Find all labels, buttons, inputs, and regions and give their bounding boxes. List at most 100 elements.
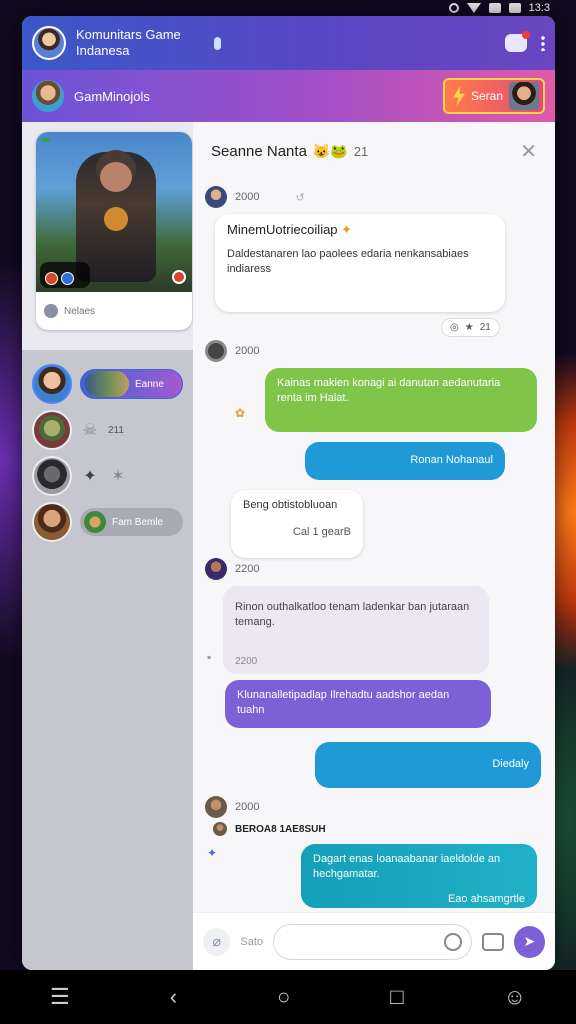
back-icon[interactable]: ‹ [170,984,177,1010]
message-title: MinemUotriecoiliap ✦ [227,222,493,237]
pin-icon: ✦ [207,846,218,860]
sender-name-row: BEROA8 1AE8SUH [213,822,326,836]
message-meta: 2000 [205,796,259,818]
message-bubble[interactable]: Ronan Nohanaul [305,442,505,480]
status-bar: 13:3 [0,0,576,16]
member-avatar [32,456,72,496]
member-row[interactable]: ✦ ✶ [32,454,183,498]
reaction-chip[interactable]: ◎ ★ 21 [441,318,500,337]
member-avatar [32,364,72,404]
message-bubble[interactable]: Dagart enas Ioanaabanar iaeldolde an hec… [301,844,537,908]
message-text: Ronan Nohanaul [410,454,493,466]
send-button[interactable]: ➤ [513,925,545,958]
message-subtext: Eao ahsamgrtle [447,893,525,905]
sender-avatar[interactable] [205,558,227,580]
assistant-icon[interactable]: ☺ [504,984,526,1010]
message-text: Diedaly [492,758,529,770]
join-button[interactable]: Seran [442,78,545,114]
channel-bar: GamMinojols Seran [22,70,555,122]
message-meta: 2200 [205,558,259,580]
camera-icon[interactable] [482,932,504,951]
message-composer: ⌀ Sato ➤ [193,912,555,970]
mic-icon[interactable] [210,34,224,52]
group-title: Komunitars Game Indanesa [76,27,181,58]
message-text: Klunanalletipadlap Ilrehadtu aadshor aed… [237,689,450,716]
sender-avatar[interactable] [205,796,227,818]
game-badge [42,138,50,142]
group-avatar[interactable] [32,26,66,60]
app-header: Komunitars Game Indanesa [22,16,555,70]
message-time: 2200 [235,563,260,575]
member-row[interactable]: ☠ 211 [32,408,183,452]
reply-icon[interactable]: ↺ [295,191,304,204]
emoji-icon: ✦ [341,222,353,237]
star-icon: ★ [464,322,474,333]
sword-icon: ✦ [83,468,97,485]
bolt-icon [452,86,465,106]
message-input[interactable] [273,923,473,960]
message-bubble[interactable]: Beng obtistobluoan Cal 1 gearB [231,490,363,558]
message-meta: 2000 ↺ [205,186,305,208]
reaction-emoji-icon: ✿ [235,406,246,420]
member-pill[interactable]: Fam Bemle [80,508,183,536]
member-row[interactable]: Eanne [32,362,183,406]
skill-icon [45,272,58,285]
message-bubble[interactable]: Kainas makien konagi ai danutan aedanuta… [265,368,537,432]
active-member-pill[interactable]: Eanne [80,369,183,399]
member-avatar [32,410,72,450]
message-time: 2200 [235,656,258,667]
message-bubble[interactable]: MinemUotriecoiliap ✦ Daldestanaren lao p… [215,214,505,312]
title-emoji: 😺🐸 [312,142,348,159]
info-icon [44,304,58,318]
hero-illustration [76,152,156,282]
status-icon: ▪ [207,650,212,664]
wifi-icon [488,3,501,13]
member-row[interactable]: Fam Bemle [32,500,183,544]
home-icon[interactable]: ○ [277,984,290,1010]
star-icon: ✶ [111,468,125,485]
system-nav-bar: ☰ ‹ ○ □ ☺ [0,970,576,1024]
message-bubble[interactable]: Diedaly [315,742,541,788]
join-avatar [509,82,539,110]
message-list: 2000 ↺ MinemUotriecoiliap ✦ Daldestanare… [193,180,555,912]
chat-app-window: Komunitars Game Indanesa GamMinojols Ser… [22,16,555,970]
active-member-label: Eanne [135,378,164,390]
sender-avatar[interactable] [205,186,227,208]
channel-name: GamMinojols [74,88,150,104]
channel-avatar[interactable] [32,80,64,112]
close-icon[interactable]: ✕ [520,139,537,164]
member-count: 21 [353,143,369,159]
sender-name: BEROA8 1AE8SUH [235,823,326,835]
message-title-text: MinemUotriecoiliap [227,222,338,237]
reaction-count: 21 [479,322,491,333]
battery-icon [508,3,521,13]
status-time: 13:3 [528,2,550,14]
game-artwork [36,132,192,292]
recents-icon[interactable]: □ [390,984,403,1010]
message-bubble[interactable]: Klunanalletipadlap Ilrehadtu aadshor aed… [225,680,491,728]
emoji-picker-icon[interactable] [444,932,463,951]
member-list: Eanne ☠ 211 ✦ ✶ Fam Bemle [22,350,193,558]
sender-avatar[interactable] [205,340,227,362]
more-options-icon[interactable] [541,35,545,51]
menu-icon[interactable]: ☰ [50,984,70,1010]
game-card[interactable]: Nelaes [36,132,192,330]
composer-label: Sato [240,935,264,948]
skull-icon: ☠ [82,422,98,439]
message-text: Rinon outhalkatloo tenam ladenkar ban ju… [235,601,470,628]
attach-icon[interactable]: ⌀ [203,927,231,956]
sidebar: Nelaes Eanne ☠ 211 ✦ ✶ Fam Bemle [22,122,193,970]
skill-icon [172,270,186,284]
member-banner [85,371,129,397]
chat-title: Seanne Nanta [211,142,307,160]
member-pill-label: Fam Bemle [112,516,164,528]
message-text: Kainas makien konagi ai danutan aedanuta… [277,377,501,404]
member-mini-avatar [84,511,106,533]
eye-icon: ◎ [450,322,459,333]
bot-notification-icon[interactable] [505,31,530,52]
message-bubble[interactable]: Rinon outhalkatloo tenam ladenkar ban ju… [223,586,489,674]
chat-header: Seanne Nanta 😺🐸 21 ✕ [193,122,555,180]
member-avatar [32,502,72,542]
sender-avatar [213,822,227,836]
skill-bar [40,262,90,288]
